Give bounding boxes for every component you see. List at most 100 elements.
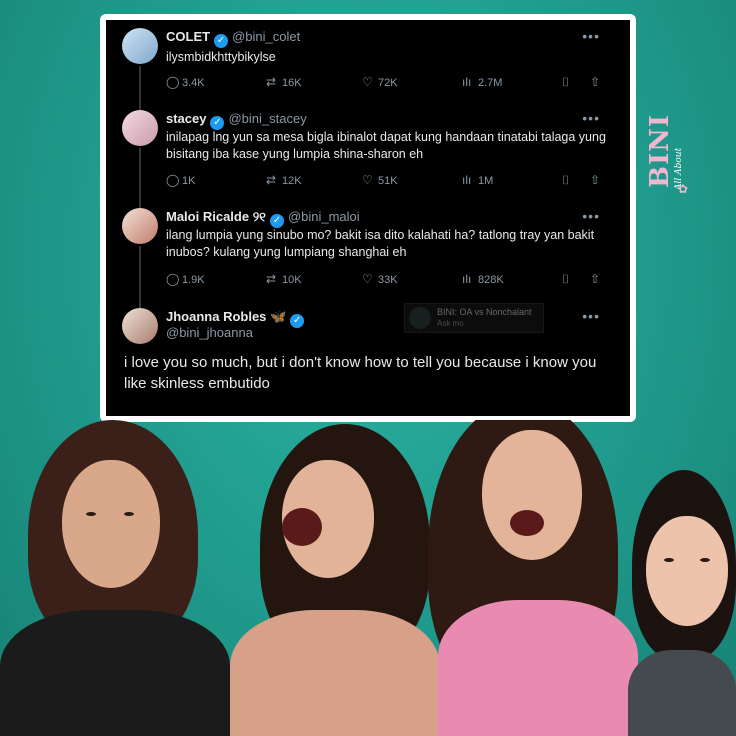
- share-icon: ⇧: [590, 272, 601, 286]
- share-button[interactable]: ⇧: [590, 272, 606, 286]
- tweet-actions: ◯ 3.4K ⇄ 16K ♡ 72K ılı 2.7M ⌷ ⇧: [166, 75, 606, 91]
- more-options-icon[interactable]: •••: [582, 28, 600, 44]
- retweet-icon: ⇄: [266, 272, 277, 286]
- heart-icon: ♡: [362, 272, 373, 286]
- retweet-button[interactable]: ⇄ 12K: [266, 173, 302, 187]
- tweet-text: i love you so much, but i don't know how…: [124, 354, 597, 392]
- retweet-icon: ⇄: [266, 75, 277, 89]
- video-thumbnail[interactable]: BINI: OA vs Nonchalant Ask mo: [404, 303, 544, 333]
- eye: [124, 512, 134, 516]
- share-button[interactable]: ⇧: [590, 173, 606, 187]
- handle[interactable]: @bini_stacey: [228, 111, 306, 126]
- tweet-text: ilang lumpia yung sinubo mo? bakit isa d…: [166, 228, 595, 259]
- display-name[interactable]: Jhoanna Robles 🦋: [166, 309, 286, 324]
- bar-chart-icon: ılı: [462, 75, 472, 89]
- views-button[interactable]: ılı 828K: [462, 272, 504, 286]
- retweet-button[interactable]: ⇄ 10K: [266, 272, 302, 286]
- flower-icon: ✿: [678, 182, 689, 196]
- bookmark-icon: ⌷: [562, 272, 570, 286]
- handle[interactable]: @bini_colet: [232, 29, 300, 44]
- display-name[interactable]: Maloi Ricalde ୨୧: [166, 209, 266, 224]
- view-count: 2.7M: [478, 77, 503, 89]
- retweet-icon: ⇄: [266, 173, 277, 187]
- eye: [86, 512, 96, 516]
- video-title: BINI: OA vs Nonchalant: [437, 307, 532, 317]
- thread-line: [139, 246, 141, 308]
- views-button[interactable]: ılı 2.7M: [462, 75, 502, 89]
- person-right: [628, 470, 736, 736]
- tweet-text: ilysmbidkhttybikylse: [166, 50, 276, 64]
- bar-chart-icon: ılı: [462, 173, 472, 187]
- tweet-jhoanna[interactable]: Jhoanna Robles 🦋 ✓ @bini_jhoanna ••• i lo…: [106, 306, 630, 416]
- like-button[interactable]: ♡ 33K: [362, 272, 398, 286]
- brand-tagline: All About: [674, 147, 684, 190]
- like-count: 51K: [378, 175, 398, 187]
- heart-icon: ♡: [362, 75, 373, 89]
- reply-button[interactable]: ◯ 3.4K: [166, 75, 205, 89]
- display-name[interactable]: stacey: [166, 111, 206, 126]
- face: [62, 460, 160, 588]
- retweet-count: 16K: [282, 77, 302, 89]
- handle[interactable]: @bini_jhoanna: [166, 325, 253, 340]
- views-button[interactable]: ılı 1M: [462, 173, 493, 187]
- speech-bubble-icon: ◯: [166, 173, 180, 187]
- face: [646, 516, 728, 626]
- like-count: 72K: [378, 77, 398, 89]
- bookmark-button[interactable]: ⌷: [562, 75, 578, 90]
- like-button[interactable]: ♡ 72K: [362, 75, 398, 89]
- eye: [664, 558, 674, 562]
- speech-bubble-icon: ◯: [166, 272, 180, 286]
- verified-badge-icon: ✓: [269, 214, 284, 228]
- reply-count: 1.9K: [182, 274, 205, 286]
- brand-word: BINI: [645, 113, 675, 189]
- verified-badge-icon: ✓: [210, 116, 225, 130]
- pink-outfit: [438, 600, 638, 736]
- video-subtitle: Ask mo: [437, 319, 464, 328]
- speech-bubble-icon: ◯: [166, 75, 180, 89]
- avatar[interactable]: [122, 308, 158, 344]
- person-center-right: [398, 420, 638, 736]
- more-options-icon[interactable]: •••: [582, 110, 600, 126]
- tweet-header: stacey ✓ @bini_stacey: [166, 111, 307, 130]
- reply-button[interactable]: ◯ 1.9K: [166, 272, 205, 286]
- avatar[interactable]: [122, 28, 158, 64]
- bookmark-button[interactable]: ⌷: [562, 272, 578, 287]
- thread-line: [139, 148, 141, 208]
- tweet-maloi[interactable]: Maloi Ricalde ୨୧ ✓ @bini_maloi ••• ilang l…: [106, 206, 630, 308]
- retweet-count: 12K: [282, 175, 302, 187]
- tweet-handle-line: @bini_jhoanna: [166, 325, 253, 340]
- bookmark-button[interactable]: ⌷: [562, 173, 578, 188]
- group-photo: [0, 420, 736, 736]
- channel-avatar: [409, 307, 431, 329]
- mouth: [282, 508, 322, 546]
- tweet-header: Maloi Ricalde ୨୧ ✓ @bini_maloi: [166, 209, 360, 228]
- bar-chart-icon: ılı: [462, 272, 472, 286]
- share-icon: ⇧: [590, 75, 601, 89]
- view-count: 1M: [478, 175, 494, 187]
- tweet-header: COLET ✓ @bini_colet: [166, 29, 300, 48]
- tweet-stacey[interactable]: stacey ✓ @bini_stacey ••• inilapag lng yun…: [106, 108, 630, 208]
- handle[interactable]: @bini_maloi: [288, 209, 360, 224]
- bookmark-icon: ⌷: [562, 173, 570, 187]
- display-name[interactable]: COLET: [166, 29, 210, 44]
- share-button[interactable]: ⇧: [590, 75, 606, 89]
- like-button[interactable]: ♡ 51K: [362, 173, 398, 187]
- tweet-thread-card: COLET ✓ @bini_colet ••• ilysmbidkhttybikyl…: [106, 20, 630, 416]
- thread-line: [139, 66, 141, 110]
- tweet-colet[interactable]: COLET ✓ @bini_colet ••• ilysmbidkhttybikyl…: [106, 20, 630, 110]
- heart-icon: ♡: [362, 173, 373, 187]
- avatar[interactable]: [122, 110, 158, 146]
- tweet-text: inilapag lng yun sa mesa bigla ibinalot …: [166, 130, 606, 161]
- more-options-icon[interactable]: •••: [582, 208, 600, 224]
- outfit: [628, 650, 736, 736]
- avatar[interactable]: [122, 208, 158, 244]
- retweet-count: 10K: [282, 274, 302, 286]
- reply-button[interactable]: ◯ 1K: [166, 173, 195, 187]
- share-icon: ⇧: [590, 173, 601, 187]
- tweet-actions: ◯ 1.9K ⇄ 10K ♡ 33K ılı 828K ⌷ ⇧: [166, 272, 606, 288]
- reply-count: 1K: [182, 175, 196, 187]
- more-options-icon[interactable]: •••: [582, 308, 600, 324]
- retweet-button[interactable]: ⇄ 16K: [266, 75, 302, 89]
- verified-badge-icon: ✓: [214, 34, 229, 48]
- reply-count: 3.4K: [182, 77, 205, 89]
